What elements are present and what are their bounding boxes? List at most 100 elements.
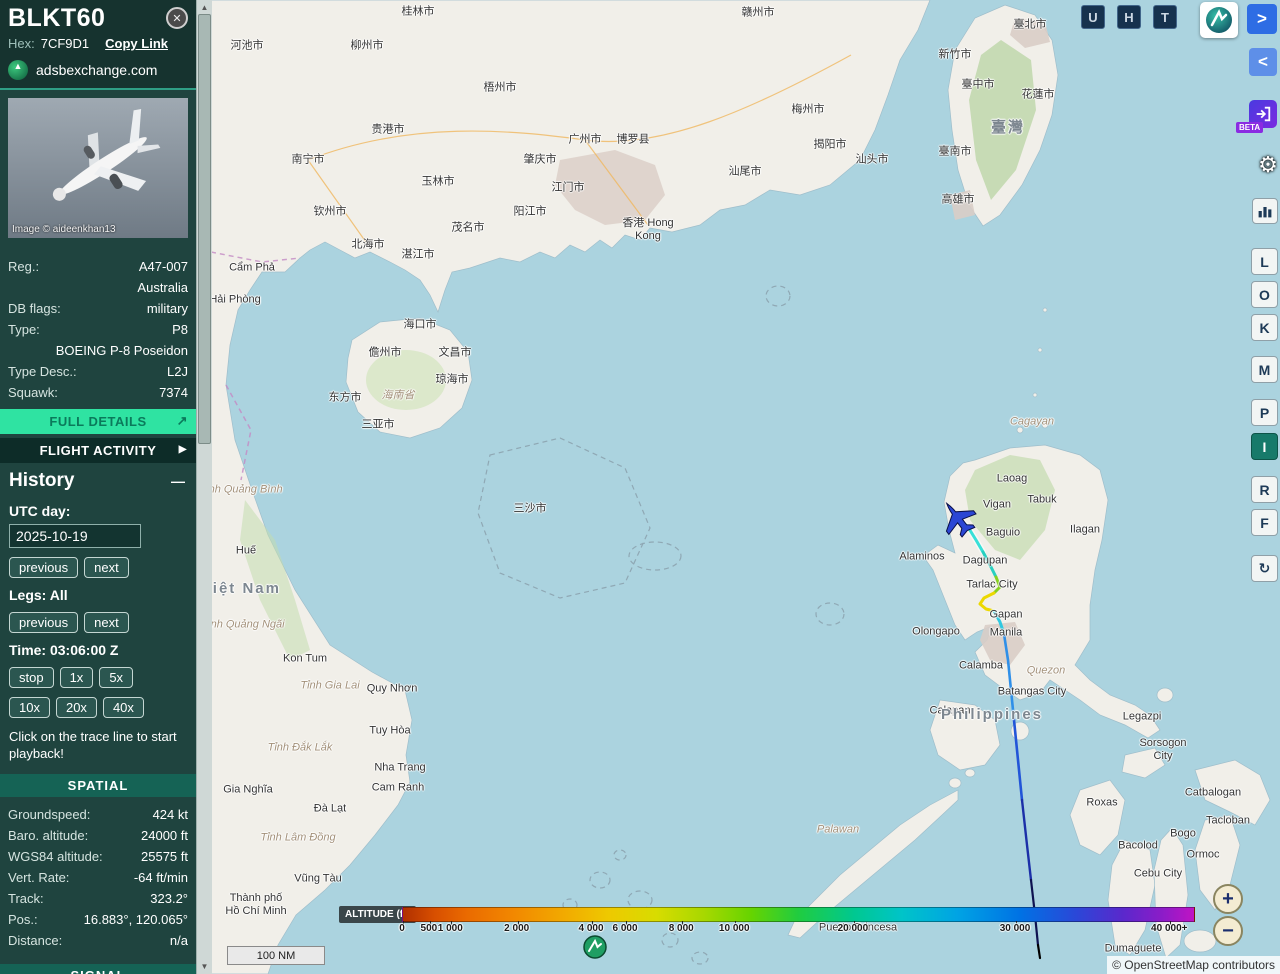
leg-next-button[interactable]: next	[84, 612, 129, 633]
osm-attribution[interactable]: © OpenStreetMap contributors	[1107, 956, 1280, 974]
key-p-button[interactable]: P	[1251, 399, 1278, 426]
spatial-list: Groundspeed:424 kt Baro. altitude:24000 …	[0, 797, 196, 953]
full-details-label: FULL DETAILS	[49, 414, 146, 429]
key-f-button[interactable]: F	[1251, 509, 1278, 536]
zoom-out-button[interactable]: −	[1213, 916, 1243, 946]
copy-link[interactable]: Copy Link	[105, 36, 168, 51]
spatial-row: WGS84 altitude:25575 ft	[8, 846, 188, 867]
spatial-label: Distance:	[8, 930, 62, 951]
aircraft-photo-image	[8, 98, 188, 238]
scroll-up-icon[interactable]: ▲	[197, 3, 212, 12]
aircraft-photo[interactable]: Image © aideenkhan13	[8, 98, 188, 238]
playback-hint: Click on the trace line to start playbac…	[9, 729, 187, 763]
key-l-button[interactable]: L	[1251, 248, 1278, 275]
utc-day-label: UTC day:	[9, 503, 187, 519]
zoom-in-button[interactable]: +	[1213, 884, 1243, 914]
callsign: BLKT60	[8, 4, 188, 33]
toggle-h-button[interactable]: H	[1117, 5, 1141, 29]
speed-5x-button[interactable]: 5x	[99, 667, 133, 688]
spatial-value: -64 ft/min	[69, 867, 188, 888]
spatial-value: 323.2°	[44, 888, 188, 909]
info-value: P8	[40, 319, 188, 340]
info-label: Reg.:	[8, 256, 39, 277]
spatial-value: 25575 ft	[103, 846, 188, 867]
speed-stop-button[interactable]: stop	[9, 667, 54, 688]
history-title: History	[9, 470, 74, 492]
info-row: Type Desc.:L2J	[8, 361, 188, 382]
spatial-label: Pos.:	[8, 909, 38, 930]
map-base-layer	[211, 0, 1280, 974]
spatial-label: Track:	[8, 888, 44, 909]
collapse-icon[interactable]: —	[169, 473, 187, 489]
hex-label: Hex:	[8, 36, 35, 51]
gear-icon[interactable]: ⚙	[1255, 152, 1280, 178]
info-value: military	[61, 298, 188, 319]
spatial-value: 16.883°, 120.065°	[38, 909, 188, 930]
legend-ticks: 05001 0002 0004 0006 0008 00010 00020 00…	[402, 923, 1193, 937]
collapse-right-icon[interactable]: >	[1247, 4, 1277, 34]
spatial-row: Vert. Rate:-64 ft/min	[8, 867, 188, 888]
sign-in-icon	[1254, 105, 1272, 123]
stats-icon	[1257, 203, 1273, 219]
info-label: Squawk:	[8, 382, 58, 403]
info-row: Australia	[8, 277, 188, 298]
site-row: adsbexchange.com	[8, 60, 188, 80]
key-m-button[interactable]: M	[1251, 356, 1278, 383]
legend-bar	[402, 907, 1195, 922]
history-controls: UTC day: previous next Legs: All previou…	[0, 503, 196, 763]
history-header: History —	[0, 463, 196, 494]
adsbx-watermark-icon	[582, 934, 608, 960]
info-label: Type Desc.:	[8, 361, 77, 382]
spatial-row: Baro. altitude:24000 ft	[8, 825, 188, 846]
hex-value: 7CF9D1	[41, 36, 89, 51]
day-previous-button[interactable]: previous	[9, 557, 78, 578]
info-row: Squawk:7374	[8, 382, 188, 403]
speed-10x-button[interactable]: 10x	[9, 697, 50, 718]
expand-arrow-icon: ▶	[179, 444, 187, 455]
speed-1x-button[interactable]: 1x	[60, 667, 94, 688]
spatial-section-header: SPATIAL	[0, 774, 196, 797]
info-value: Australia	[8, 277, 188, 298]
full-details-button[interactable]: FULL DETAILS ↗	[0, 409, 196, 434]
close-icon[interactable]: ✕	[166, 7, 188, 29]
info-value: BOEING P-8 Poseidon	[8, 340, 188, 361]
speed-40x-button[interactable]: 40x	[103, 697, 144, 718]
key-o-button[interactable]: O	[1251, 281, 1278, 308]
legend-tick: 8 000	[669, 923, 694, 934]
spatial-value: 424 kt	[90, 804, 188, 825]
toggle-u-button[interactable]: U	[1081, 5, 1105, 29]
legs-label: Legs: All	[9, 587, 187, 603]
info-row: Reg.:A47-007	[8, 256, 188, 277]
scroll-down-icon[interactable]: ▼	[197, 962, 212, 971]
panel-header: BLKT60 ✕ Hex: 7CF9D1 Copy Link adsbexcha…	[0, 0, 196, 90]
stats-button[interactable]	[1252, 198, 1278, 224]
speed-20x-button[interactable]: 20x	[56, 697, 97, 718]
collapse-left-icon[interactable]: <	[1249, 48, 1277, 76]
flight-activity-button[interactable]: FLIGHT ACTIVITY ▶	[0, 438, 196, 463]
leg-previous-button[interactable]: previous	[9, 612, 78, 633]
spatial-value: 24000 ft	[88, 825, 188, 846]
info-row: BOEING P-8 Poseidon	[8, 340, 188, 361]
day-next-button[interactable]: next	[84, 557, 129, 578]
legend-tick: 6 000	[613, 923, 638, 934]
sidebar-scrollbar[interactable]: ▲ ▼	[196, 0, 212, 974]
key-i-button[interactable]: I	[1251, 433, 1278, 460]
replay-icon[interactable]: ↻	[1251, 555, 1278, 582]
spatial-row: Track:323.2°	[8, 888, 188, 909]
map-canvas[interactable]: 桂林市赣州市河池市柳州市梅州市梧州市贵港市广州市博罗县揭阳市汕头市南宁市肇庆市汕…	[211, 0, 1280, 974]
key-r-button[interactable]: R	[1251, 476, 1278, 503]
external-link-icon: ↗	[177, 413, 188, 429]
info-label: Type:	[8, 319, 40, 340]
toggle-t-button[interactable]: T	[1153, 5, 1177, 29]
scrollbar-thumb[interactable]	[198, 14, 211, 444]
adsbx-globe-button[interactable]	[1200, 2, 1238, 38]
utc-day-input[interactable]	[9, 524, 141, 548]
key-k-button[interactable]: K	[1251, 314, 1278, 341]
legend-tick: 20 000	[838, 923, 869, 934]
site-link[interactable]: adsbexchange.com	[36, 62, 157, 78]
spatial-row: Pos.:16.883°, 120.065°	[8, 909, 188, 930]
adsbx-logo-icon	[8, 60, 28, 80]
photo-credit: Image © aideenkhan13	[12, 224, 116, 235]
info-label: DB flags:	[8, 298, 61, 319]
hex-row: Hex: 7CF9D1 Copy Link	[8, 36, 188, 51]
